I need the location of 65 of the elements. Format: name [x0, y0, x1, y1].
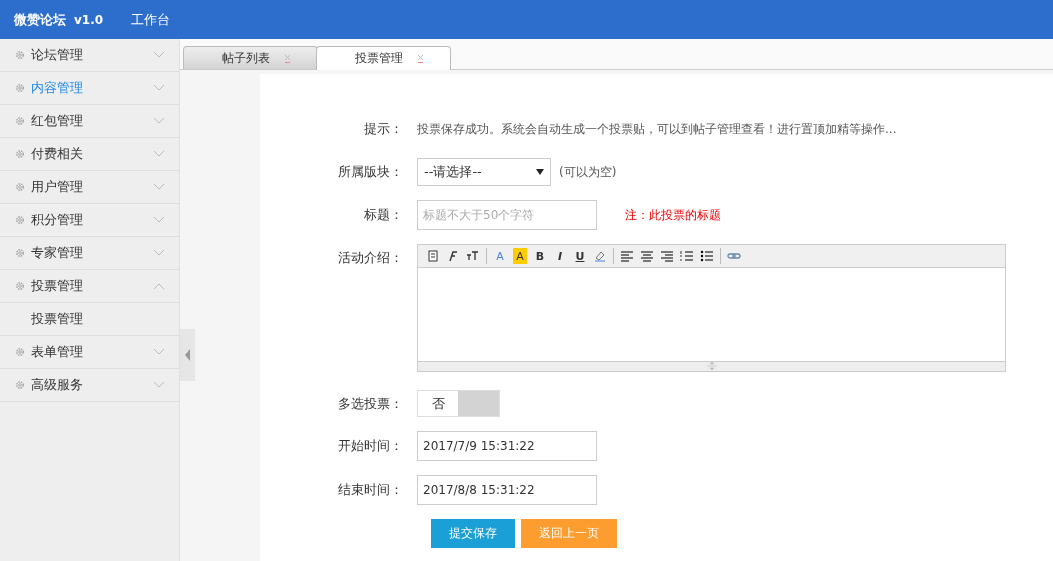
- gear-icon: [14, 49, 26, 61]
- sidebar-item[interactable]: 积分管理: [0, 204, 179, 237]
- field-label: 提示：: [363, 120, 404, 138]
- board-select[interactable]: --请选择--: [417, 158, 551, 186]
- chevron-icon: [153, 183, 165, 191]
- gear-icon: [14, 346, 26, 358]
- sidebar-item[interactable]: 付费相关: [0, 138, 179, 171]
- dropdown-icon: [536, 169, 544, 175]
- close-icon[interactable]: [417, 54, 424, 63]
- field-label: 多选投票：: [337, 394, 404, 413]
- sidebar-item[interactable]: 投票管理: [0, 270, 179, 303]
- align-left-icon[interactable]: [620, 248, 634, 264]
- nav-link[interactable]: 工作台: [131, 10, 171, 29]
- field-label: 所属版块：: [337, 163, 404, 181]
- gear-icon: [14, 247, 26, 259]
- version-label: v1.0: [74, 12, 104, 27]
- underline-icon[interactable]: U: [573, 248, 587, 264]
- sidebar-item[interactable]: 用户管理: [0, 171, 179, 204]
- chevron-icon: [153, 282, 165, 290]
- chevron-icon: [153, 216, 165, 224]
- align-right-icon[interactable]: [660, 248, 674, 264]
- sidebar-item[interactable]: 红包管理: [0, 105, 179, 138]
- font-icon[interactable]: [446, 248, 460, 264]
- toggle-switch[interactable]: 否: [417, 390, 500, 417]
- app-title: 微赞论坛: [14, 10, 66, 29]
- field-label: 开始时间：: [337, 437, 404, 455]
- gear-icon: [14, 280, 26, 292]
- chevron-icon: [153, 348, 165, 356]
- field-label: 标题：: [363, 206, 404, 224]
- gear-icon: [14, 148, 26, 160]
- align-center-icon[interactable]: [640, 248, 654, 264]
- chevron-icon: [153, 84, 165, 92]
- note-text: 注：此投票的标题: [625, 206, 721, 224]
- sidebar-item[interactable]: 专家管理: [0, 237, 179, 270]
- chevron-icon: [153, 249, 165, 257]
- field-label: 活动介绍：: [337, 249, 404, 267]
- bullet-list-icon[interactable]: [700, 248, 714, 264]
- date-field[interactable]: 2017/7/9 15:31:22: [417, 431, 597, 461]
- title-field[interactable]: 标题不大于50个字符: [417, 200, 597, 230]
- tab[interactable]: 帖子列表: [183, 46, 318, 69]
- chevron-icon: [153, 381, 165, 389]
- tab[interactable]: 投票管理: [316, 46, 451, 70]
- highlight-icon[interactable]: A: [513, 248, 527, 264]
- paste-icon[interactable]: [426, 248, 440, 264]
- numbered-list-icon[interactable]: [680, 248, 694, 264]
- gear-icon: [14, 181, 26, 193]
- date-field[interactable]: 2017/8/8 15:31:22: [417, 475, 597, 505]
- rich-text-editor[interactable]: A A B I U: [417, 244, 1006, 372]
- sidebar-item[interactable]: 论坛管理: [0, 39, 179, 72]
- italic-icon[interactable]: I: [553, 248, 567, 264]
- gear-icon: [14, 82, 26, 94]
- sidebar-item[interactable]: 高级服务: [0, 369, 179, 402]
- resize-handle-icon[interactable]: [704, 362, 719, 370]
- sidebar-subitem[interactable]: 投票管理: [0, 303, 179, 336]
- sidebar-item[interactable]: 表单管理: [0, 336, 179, 369]
- chevron-icon: [153, 51, 165, 59]
- chevron-icon: [153, 150, 165, 158]
- gear-icon: [14, 379, 26, 391]
- hint-text: (可以为空): [559, 163, 617, 181]
- field-label: 结束时间：: [337, 481, 404, 499]
- chevron-icon: [153, 117, 165, 125]
- gear-icon: [14, 115, 26, 127]
- notice-text: 投票保存成功。系统会自动生成一个投票贴，可以到帖子管理查看！进行置顶加精等操作...: [417, 120, 897, 138]
- bold-icon[interactable]: B: [533, 248, 547, 264]
- gear-icon: [14, 214, 26, 226]
